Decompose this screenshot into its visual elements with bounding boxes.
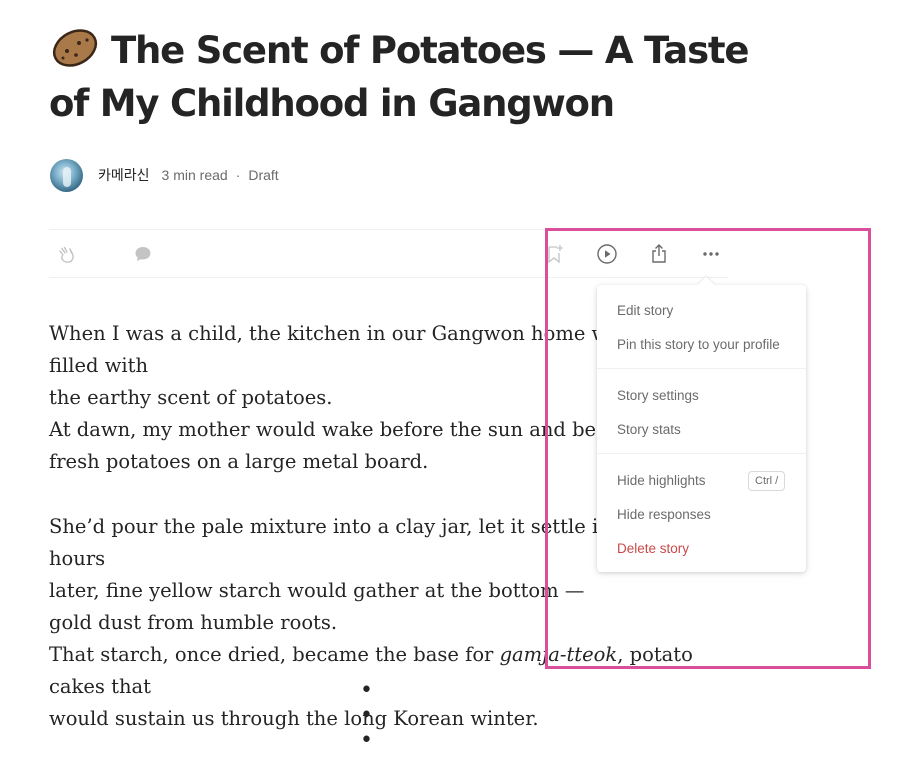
- meta-dot: ·: [235, 167, 241, 183]
- italic-term: gamja-tteok: [499, 643, 618, 666]
- play-icon[interactable]: [595, 242, 619, 266]
- body-line: later, fine yellow starch would gather a…: [49, 579, 585, 602]
- menu-item-story-settings[interactable]: Story settings: [617, 388, 699, 403]
- menu-item-edit-story[interactable]: Edit story: [617, 303, 673, 318]
- bookmark-icon[interactable]: [543, 242, 567, 266]
- menu-item-delete-story[interactable]: Delete story: [617, 541, 689, 556]
- draft-status: Draft: [248, 167, 279, 183]
- article-title: The Scent of Potatoes — A Taste of My Ch…: [49, 24, 769, 130]
- menu-item-story-stats[interactable]: Story stats: [617, 422, 681, 437]
- menu-item-hide-responses[interactable]: Hide responses: [617, 507, 711, 522]
- menu-item-hide-highlights[interactable]: Hide highlights: [617, 473, 706, 488]
- more-icon[interactable]: [699, 242, 723, 266]
- body-line: gold dust from humble roots.: [49, 611, 338, 634]
- potato-icon: [49, 25, 101, 69]
- menu-item-pin-story[interactable]: Pin this story to your profile: [617, 337, 780, 352]
- clap-icon[interactable]: [56, 242, 80, 266]
- byline: 카메라신 3 min read · Draft: [50, 158, 279, 192]
- avatar[interactable]: [50, 158, 83, 192]
- author-name[interactable]: 카메라신: [98, 165, 150, 185]
- article-title-text: The Scent of Potatoes — A Taste of My Ch…: [49, 29, 749, 125]
- section-separator: • • •: [360, 678, 387, 753]
- body-text-segment: That starch, once dried, became the base…: [49, 643, 500, 666]
- more-options-menu: Edit story Pin this story to your profil…: [597, 285, 806, 572]
- menu-divider: [597, 368, 806, 369]
- comment-icon[interactable]: [131, 242, 155, 266]
- share-icon[interactable]: [647, 242, 671, 266]
- read-time: 3 min read: [161, 167, 228, 183]
- keyboard-shortcut-badge: Ctrl /: [748, 471, 786, 491]
- menu-divider: [597, 453, 806, 454]
- action-bar: [49, 229, 728, 278]
